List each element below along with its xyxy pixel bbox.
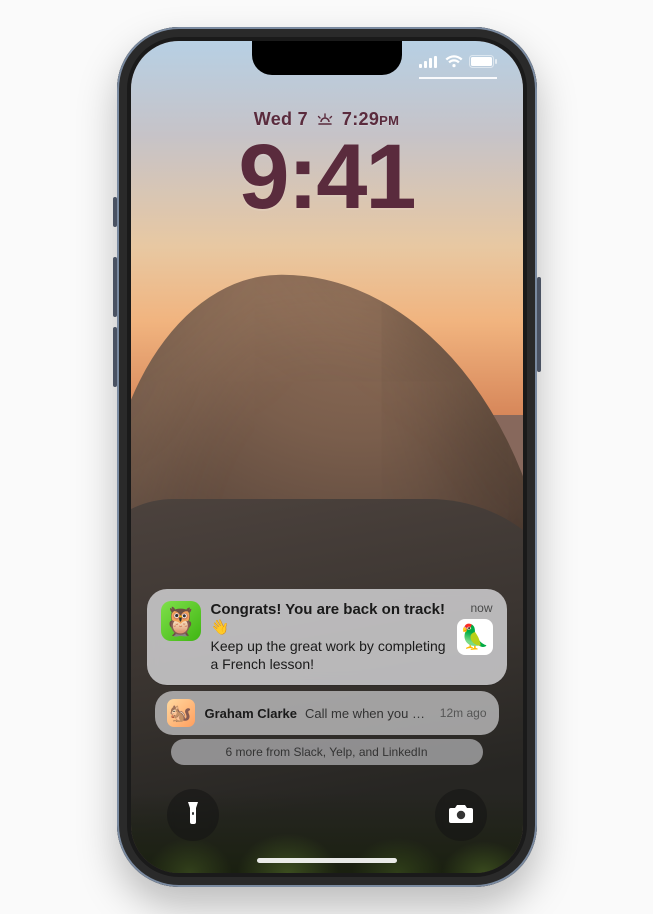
side-button[interactable] [537,277,541,372]
volume-up-button[interactable] [113,257,117,317]
notification-more-summary[interactable]: 6 more from Slack, Yelp, and LinkedIn [171,739,483,765]
notification-stack[interactable]: 🦉 Congrats! You are back on track! 👋 Kee… [147,589,507,765]
flashlight-icon [182,800,204,831]
camera-icon [448,802,474,829]
home-indicator[interactable] [257,858,397,863]
notification-messages[interactable]: 🐿️ Graham Clarke Call me when you g… 12m… [155,691,499,735]
notification-title: Congrats! You are back on track! 👋 [211,601,447,636]
contact-avatar-icon: 🐿️ [167,699,195,727]
wifi-icon [445,55,463,73]
mute-switch[interactable] [113,197,117,227]
lock-screen[interactable]: Wed 7 7:29PM 9:41 🦉 [131,41,523,873]
duolingo-app-icon: 🦉 [161,601,201,641]
notification-body: Keep up the great work by completing a F… [211,638,447,673]
volume-down-button[interactable] [113,327,117,387]
notification-duolingo[interactable]: 🦉 Congrats! You are back on track! 👋 Kee… [147,589,507,685]
battery-icon [469,55,497,73]
status-bar [419,55,497,79]
notification-sender: Graham Clarke [205,706,298,721]
notification-attachment-icon: 🦜 [457,619,493,655]
notification-timestamp: now [470,601,492,615]
iphone-device-frame: Wed 7 7:29PM 9:41 🦉 [117,27,537,887]
lockscreen-clock: 9:41 [131,125,523,230]
notification-timestamp: 12m ago [440,706,487,720]
display-notch [252,41,402,75]
notification-preview: Call me when you g… [305,706,432,721]
camera-button[interactable] [435,789,487,841]
cellular-signal-icon [419,55,439,73]
flashlight-button[interactable] [167,789,219,841]
